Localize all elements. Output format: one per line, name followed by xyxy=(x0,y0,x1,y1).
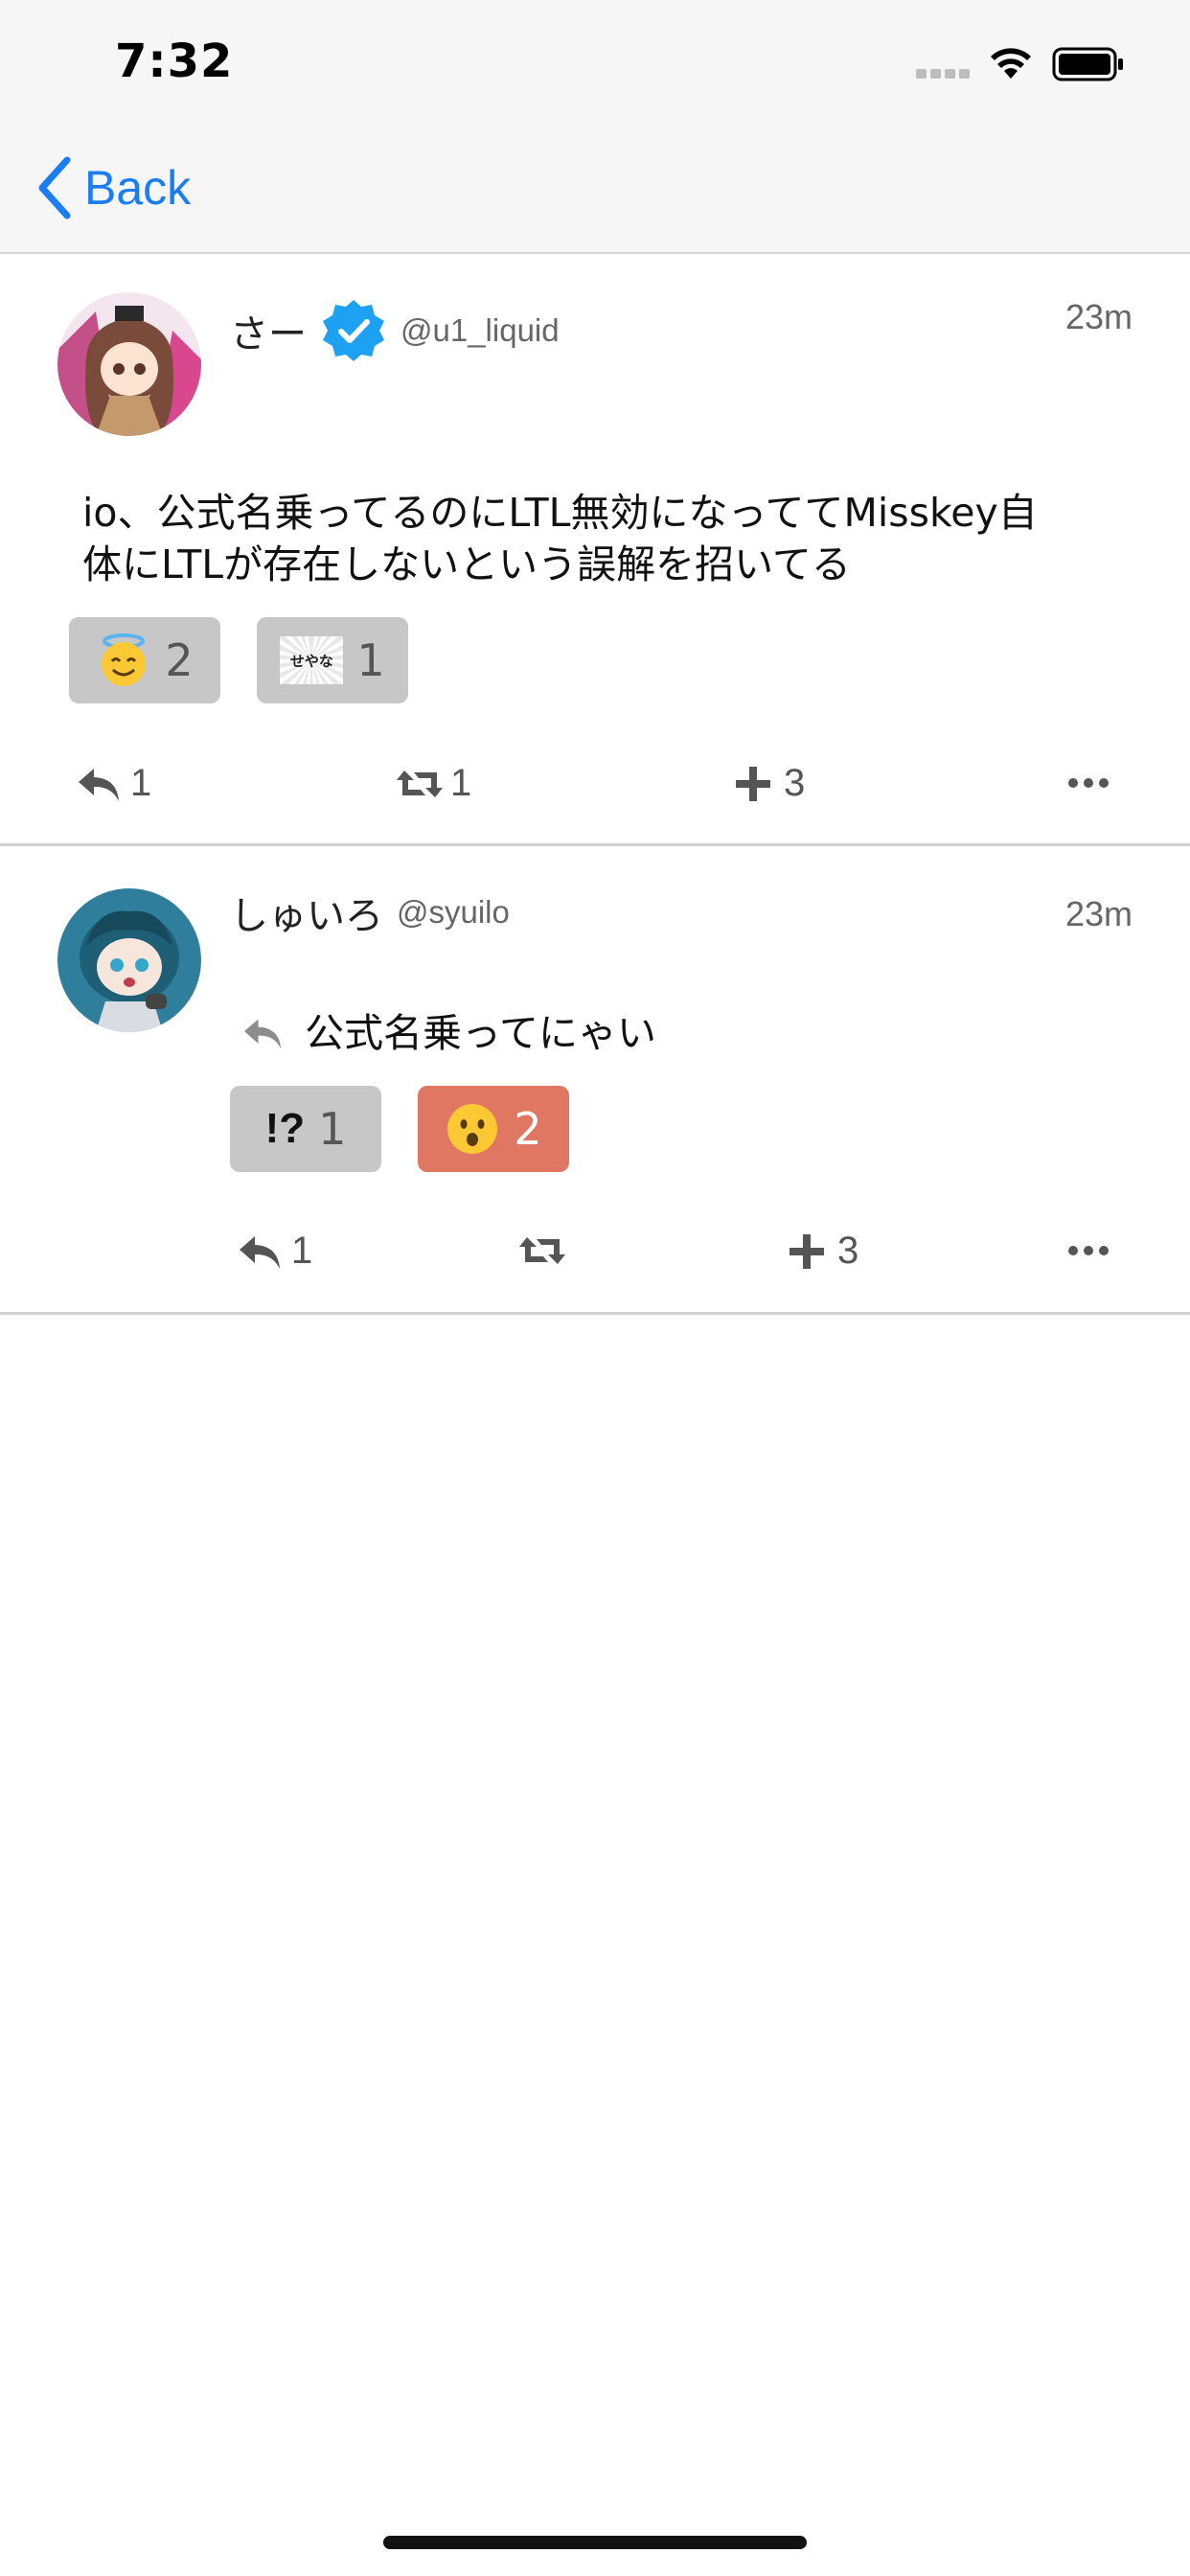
note-card[interactable]: しゅいろ @syuilo 23m 公式名乗ってにゃい !? 1 2 1 3 xyxy=(0,846,1190,1315)
note-text: 公式名乗ってにゃい xyxy=(305,1010,656,1056)
timestamp[interactable]: 23m xyxy=(1065,894,1133,934)
reply-count: 1 xyxy=(291,1230,313,1272)
note-text: io、公式名乗ってるのにLTL無効になっててMisskey自 体にLTLが存在し… xyxy=(82,487,1038,590)
react-count: 3 xyxy=(837,1230,859,1272)
avatar-image xyxy=(57,292,201,436)
chevron-left-icon xyxy=(38,156,71,219)
retweet-icon xyxy=(519,1237,565,1264)
avatar[interactable] xyxy=(57,292,201,436)
reaction-button-active[interactable]: 2 xyxy=(418,1086,569,1172)
reaction-count: 2 xyxy=(514,1103,542,1155)
plus-icon xyxy=(736,766,770,801)
timestamp[interactable]: 23m xyxy=(1065,297,1133,337)
note-card[interactable]: さー @u1_liquid 23m io、公式名乗ってるのにLTL無効になってて… xyxy=(0,254,1190,846)
renote-button[interactable] xyxy=(517,1230,573,1272)
wifi-icon xyxy=(991,48,1031,79)
battery-icon xyxy=(1052,47,1123,81)
reaction-button[interactable]: 2 xyxy=(69,617,220,703)
reply-count: 1 xyxy=(130,762,152,804)
avatar-image xyxy=(57,888,201,1032)
reaction-count: 1 xyxy=(318,1103,347,1155)
react-count: 3 xyxy=(784,762,806,804)
reply-icon xyxy=(244,1019,282,1049)
more-icon xyxy=(1068,1246,1109,1255)
author-row: さー @u1_liquid xyxy=(230,297,560,364)
display-name[interactable]: さー xyxy=(230,303,307,358)
avatar[interactable] xyxy=(57,888,201,1032)
more-button[interactable] xyxy=(1064,762,1113,804)
plus-icon xyxy=(790,1233,824,1269)
retweet-icon xyxy=(397,770,443,797)
reaction-count: 2 xyxy=(165,634,194,686)
more-button[interactable] xyxy=(1064,1230,1113,1272)
reactions: !? 1 2 xyxy=(230,1086,569,1172)
note-actions: 1 3 xyxy=(0,1230,1190,1287)
username[interactable]: @u1_liquid xyxy=(400,312,560,349)
username[interactable]: @syuilo xyxy=(397,894,510,931)
back-button[interactable]: Back xyxy=(34,153,191,222)
reply-text-row: 公式名乗ってにゃい xyxy=(240,1007,656,1059)
author-row: しゅいろ @syuilo xyxy=(230,885,510,940)
react-button[interactable]: 3 xyxy=(782,1230,858,1273)
reaction-button[interactable]: !? 1 xyxy=(230,1086,381,1172)
reactions: 2 せやな 1 xyxy=(69,617,408,703)
back-label: Back xyxy=(84,161,192,215)
display-name[interactable]: しゅいろ xyxy=(230,885,383,940)
seyana-emoji-icon: せやな xyxy=(280,636,344,684)
exclamation-question-emoji: !? xyxy=(264,1105,306,1152)
home-indicator[interactable] xyxy=(383,2536,807,2549)
reaction-count: 1 xyxy=(356,634,385,686)
status-time: 7:32 xyxy=(115,34,234,88)
renote-count: 1 xyxy=(450,762,472,804)
note-actions: 1 1 3 xyxy=(0,762,1190,819)
reaction-button[interactable]: せやな 1 xyxy=(257,617,408,703)
smiling-face-with-halo-icon xyxy=(102,633,147,686)
cellular-signal-icon xyxy=(916,69,970,79)
reply-button[interactable]: 1 xyxy=(75,762,151,805)
note-text-line: 体にLTLが存在しないという誤解を招いてる xyxy=(82,541,851,587)
reply-button[interactable]: 1 xyxy=(236,1230,312,1273)
renote-button[interactable]: 1 xyxy=(395,762,471,805)
reply-icon xyxy=(240,1235,280,1269)
reply-icon xyxy=(79,768,119,801)
note-text-line: io、公式名乗ってるのにLTL無効になっててMisskey自 xyxy=(82,490,1038,536)
react-button[interactable]: 3 xyxy=(728,762,805,805)
hushed-face-icon xyxy=(447,1104,498,1154)
navigation-header: 7:32 Back xyxy=(0,0,1190,254)
more-icon xyxy=(1068,778,1109,788)
verified-badge-icon xyxy=(323,300,384,361)
